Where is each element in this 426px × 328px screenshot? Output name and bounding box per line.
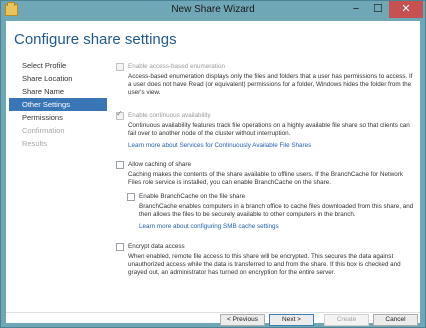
branchcache-option: Enable BranchCache on the file share — [127, 193, 416, 202]
caching-label: Allow caching of share — [128, 161, 192, 168]
ca-description-block: Continuous availability features track f… — [116, 122, 416, 142]
branchcache-checkbox[interactable] — [127, 193, 135, 201]
nav-item-results: Results — [22, 139, 48, 148]
ca-checkbox[interactable]: ✓ — [116, 109, 124, 120]
nav-item-select-profile[interactable]: Select Profile — [14, 59, 104, 72]
nav-item-confirmation: Confirmation — [22, 126, 65, 135]
branchcache-description: BranchCache enables computers in a branc… — [139, 203, 414, 219]
create-button: Create — [324, 314, 369, 326]
title-bar[interactable]: New Share Wizard − ☐ ✕ — [1, 1, 425, 20]
encrypt-label: Encrypt data access — [128, 243, 185, 250]
previous-button[interactable]: < Previous — [220, 314, 265, 326]
footer-divider — [6, 312, 420, 313]
abe-label: Enable access-based enumeration — [128, 63, 225, 70]
nav-item-share-location[interactable]: Share Location — [14, 72, 104, 85]
caching-description-block: Caching makes the contents of the share … — [116, 171, 416, 191]
ca-link-block: Learn more about Services for Continuous… — [116, 142, 416, 151]
maximize-button[interactable]: ☐ — [367, 1, 389, 18]
branchcache-label: Enable BranchCache on the file share — [139, 193, 246, 200]
nav-item-permissions[interactable]: Permissions — [14, 111, 104, 124]
branchcache-link-block: Learn more about configuring SMB cache s… — [127, 223, 416, 232]
settings-panel: Enable access-based enumeration Access-b… — [116, 59, 416, 309]
smb-cache-learn-more-link[interactable]: Learn more about configuring SMB cache s… — [139, 223, 415, 231]
abe-checkbox[interactable] — [116, 63, 124, 71]
minimize-button[interactable]: − — [345, 1, 367, 18]
abe-option: Enable access-based enumeration — [116, 63, 416, 72]
caching-option: Allow caching of share — [116, 161, 416, 170]
next-button[interactable]: Next > — [269, 314, 314, 326]
page-title: Configure share settings — [14, 31, 177, 48]
caching-checkbox[interactable] — [116, 161, 124, 169]
encrypt-option: Encrypt data access — [116, 243, 416, 252]
ca-option: ✓ Enable continuous availability — [116, 109, 416, 121]
encrypt-description: When enabled, remote file access to this… — [128, 253, 401, 277]
abe-description-block: Access-based enumeration displays only t… — [116, 73, 416, 101]
branchcache-description-block: BranchCache enables computers in a branc… — [127, 203, 416, 223]
nav-item-share-name[interactable]: Share Name — [14, 85, 104, 98]
encrypt-description-block: When enabled, remote file access to this… — [116, 253, 416, 283]
close-button[interactable]: ✕ — [389, 1, 423, 18]
caching-description: Caching makes the contents of the share … — [128, 171, 403, 187]
wizard-header: Configure share settings — [6, 21, 420, 58]
nav-item-other-settings[interactable]: Other Settings — [9, 98, 107, 111]
wizard-footer: < Previous Next > Create Cancel — [6, 314, 420, 326]
checkmark-icon: ✓ — [116, 109, 123, 118]
ca-description: Continuous availability features track f… — [128, 122, 410, 138]
wizard-window: New Share Wizard − ☐ ✕ Configure share s… — [0, 0, 426, 328]
encrypt-checkbox[interactable] — [116, 243, 124, 251]
wizard-client-area: Configure share settings Select Profile … — [6, 21, 420, 326]
ca-learn-more-link[interactable]: Learn more about Services for Continuous… — [128, 142, 311, 150]
ca-label: Enable continuous availability — [128, 112, 211, 119]
abe-description: Access-based enumeration displays only t… — [128, 73, 413, 97]
cancel-button[interactable]: Cancel — [373, 314, 418, 326]
